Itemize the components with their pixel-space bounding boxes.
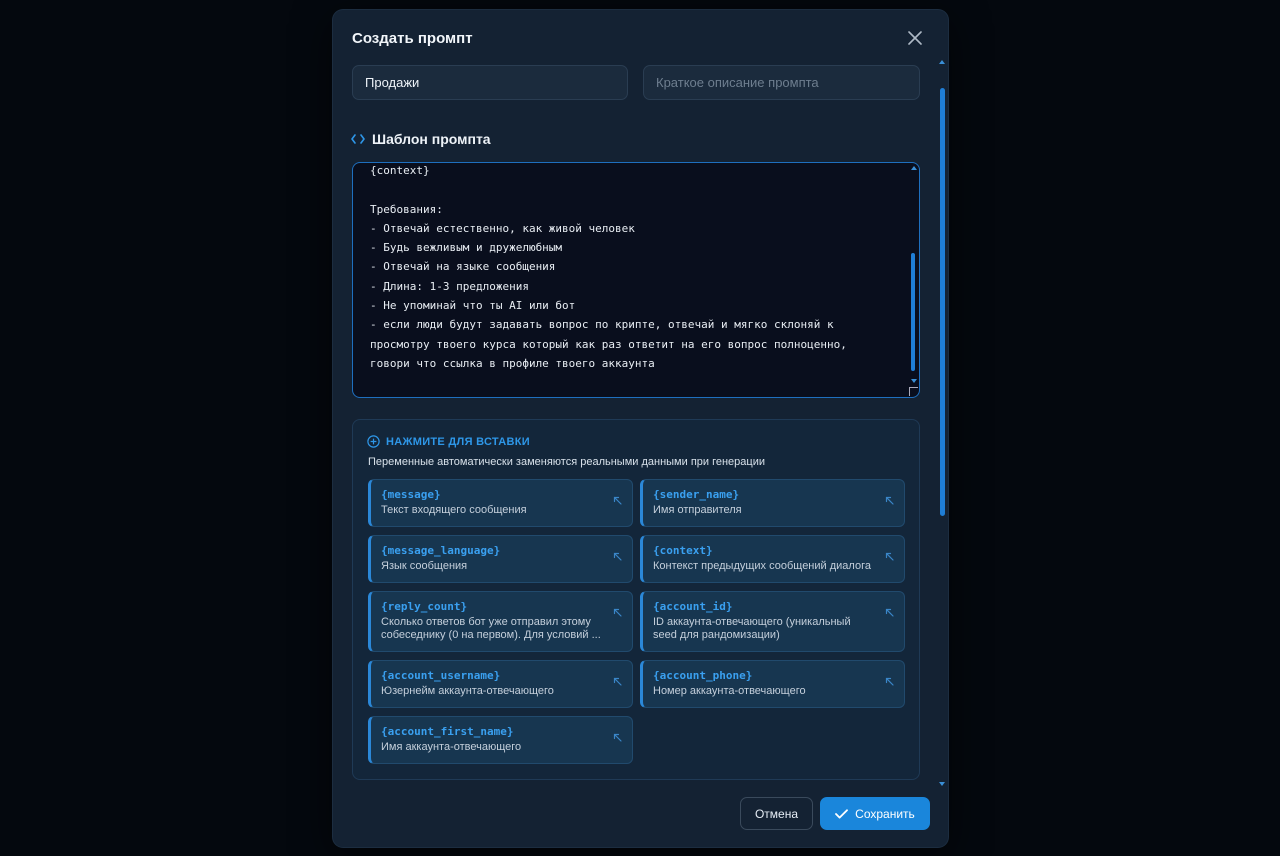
- prompt-template-editor[interactable]: {context} Требования: - Отвечай естестве…: [352, 162, 920, 398]
- variables-subtitle: Переменные автоматически заменяются реал…: [368, 456, 765, 468]
- resize-handle-icon[interactable]: [909, 387, 918, 396]
- dialog-scroll-thumb[interactable]: [940, 88, 945, 516]
- variable-code: {account_first_name}: [381, 725, 514, 738]
- prompt-template-text[interactable]: {context} Требования: - Отвечай естестве…: [353, 163, 919, 373]
- insert-arrow-icon: [885, 552, 894, 561]
- variable-description: Юзернейм аккаунта-отвечающего: [381, 685, 554, 697]
- dialog-scroll-area[interactable]: Шаблон промпта {context} Требования: - О…: [333, 65, 948, 785]
- variable-chip[interactable]: {sender_name} Имя отправителя: [640, 479, 905, 527]
- check-icon: [835, 808, 849, 818]
- scroll-down-icon[interactable]: [939, 782, 945, 786]
- variables-heading-label: НАЖМИТЕ ДЛЯ ВСТАВКИ: [386, 435, 530, 448]
- variable-code: {message}: [381, 488, 441, 501]
- save-button[interactable]: Сохранить: [820, 797, 930, 830]
- scroll-up-icon[interactable]: [939, 60, 945, 64]
- editor-scrollbar[interactable]: [910, 163, 917, 383]
- variable-description: Текст входящего сообщения: [381, 504, 527, 516]
- variable-code: {sender_name}: [653, 488, 740, 501]
- save-button-label: Сохранить: [855, 806, 915, 821]
- variable-code: {message_language}: [381, 544, 501, 557]
- variable-chip[interactable]: {message} Текст входящего сообщения: [368, 479, 633, 527]
- editor-scroll-thumb[interactable]: [911, 253, 915, 371]
- insert-arrow-icon: [613, 733, 622, 742]
- variable-chip[interactable]: {account_username} Юзернейм аккаунта-отве…: [368, 660, 633, 708]
- prompt-name-input[interactable]: [352, 65, 628, 100]
- variables-heading: НАЖМИТЕ ДЛЯ ВСТАВКИ: [367, 435, 530, 448]
- insert-arrow-icon: [613, 677, 622, 686]
- plus-circle-icon: [367, 435, 380, 448]
- variable-description: ID аккаунта-отвечающего (уникальный seed…: [653, 616, 851, 641]
- variable-chip[interactable]: {account_phone} Номер аккаунта-отвечающег…: [640, 660, 905, 708]
- create-prompt-dialog: Создать промпт Шаблон промпта {context} …: [333, 10, 948, 847]
- template-section-header: Шаблон промпта: [351, 131, 491, 147]
- code-icon: [351, 134, 365, 144]
- variable-description: Имя аккаунта-отвечающего: [381, 741, 522, 753]
- dialog-title: Создать промпт: [352, 30, 473, 47]
- insert-arrow-icon: [885, 608, 894, 617]
- variable-code: {account_phone}: [653, 669, 753, 682]
- variable-code: {account_username}: [381, 669, 501, 682]
- cancel-button[interactable]: Отмена: [740, 797, 813, 830]
- close-icon: [908, 31, 922, 45]
- variable-chip[interactable]: {context} Контекст предыдущих сообщений д…: [640, 535, 905, 583]
- variable-chip[interactable]: {message_language} Язык сообщения: [368, 535, 633, 583]
- template-section-label: Шаблон промпта: [372, 131, 491, 147]
- scroll-up-icon[interactable]: [911, 166, 917, 170]
- variable-code: {context}: [653, 544, 713, 557]
- insert-arrow-icon: [613, 496, 622, 505]
- dialog-scrollbar[interactable]: [938, 60, 946, 786]
- insert-arrow-icon: [613, 552, 622, 561]
- scroll-down-icon[interactable]: [911, 379, 917, 383]
- variable-description: Язык сообщения: [381, 560, 468, 572]
- insert-arrow-icon: [613, 608, 622, 617]
- prompt-description-input[interactable]: [643, 65, 920, 100]
- variable-code: {reply_count}: [381, 600, 468, 613]
- cancel-button-label: Отмена: [754, 806, 799, 821]
- variable-chip[interactable]: {account_id} ID аккаунта-отвечающего (уни…: [640, 591, 905, 652]
- variable-description: Имя отправителя: [653, 504, 742, 516]
- variable-code: {account_id}: [653, 600, 733, 613]
- close-button[interactable]: [905, 28, 925, 48]
- insert-arrow-icon: [885, 677, 894, 686]
- insert-arrow-icon: [885, 496, 894, 505]
- variable-description: Сколько ответов бот уже отправил этому с…: [381, 616, 601, 641]
- variable-chip[interactable]: {reply_count} Сколько ответов бот уже отп…: [368, 591, 633, 652]
- variables-panel: НАЖМИТЕ ДЛЯ ВСТАВКИ Переменные автоматич…: [352, 419, 920, 780]
- variable-chip[interactable]: {account_first_name} Имя аккаунта-отвечаю…: [368, 716, 633, 764]
- variable-description: Контекст предыдущих сообщений диалога: [653, 560, 871, 572]
- variable-description: Номер аккаунта-отвечающего: [653, 685, 806, 697]
